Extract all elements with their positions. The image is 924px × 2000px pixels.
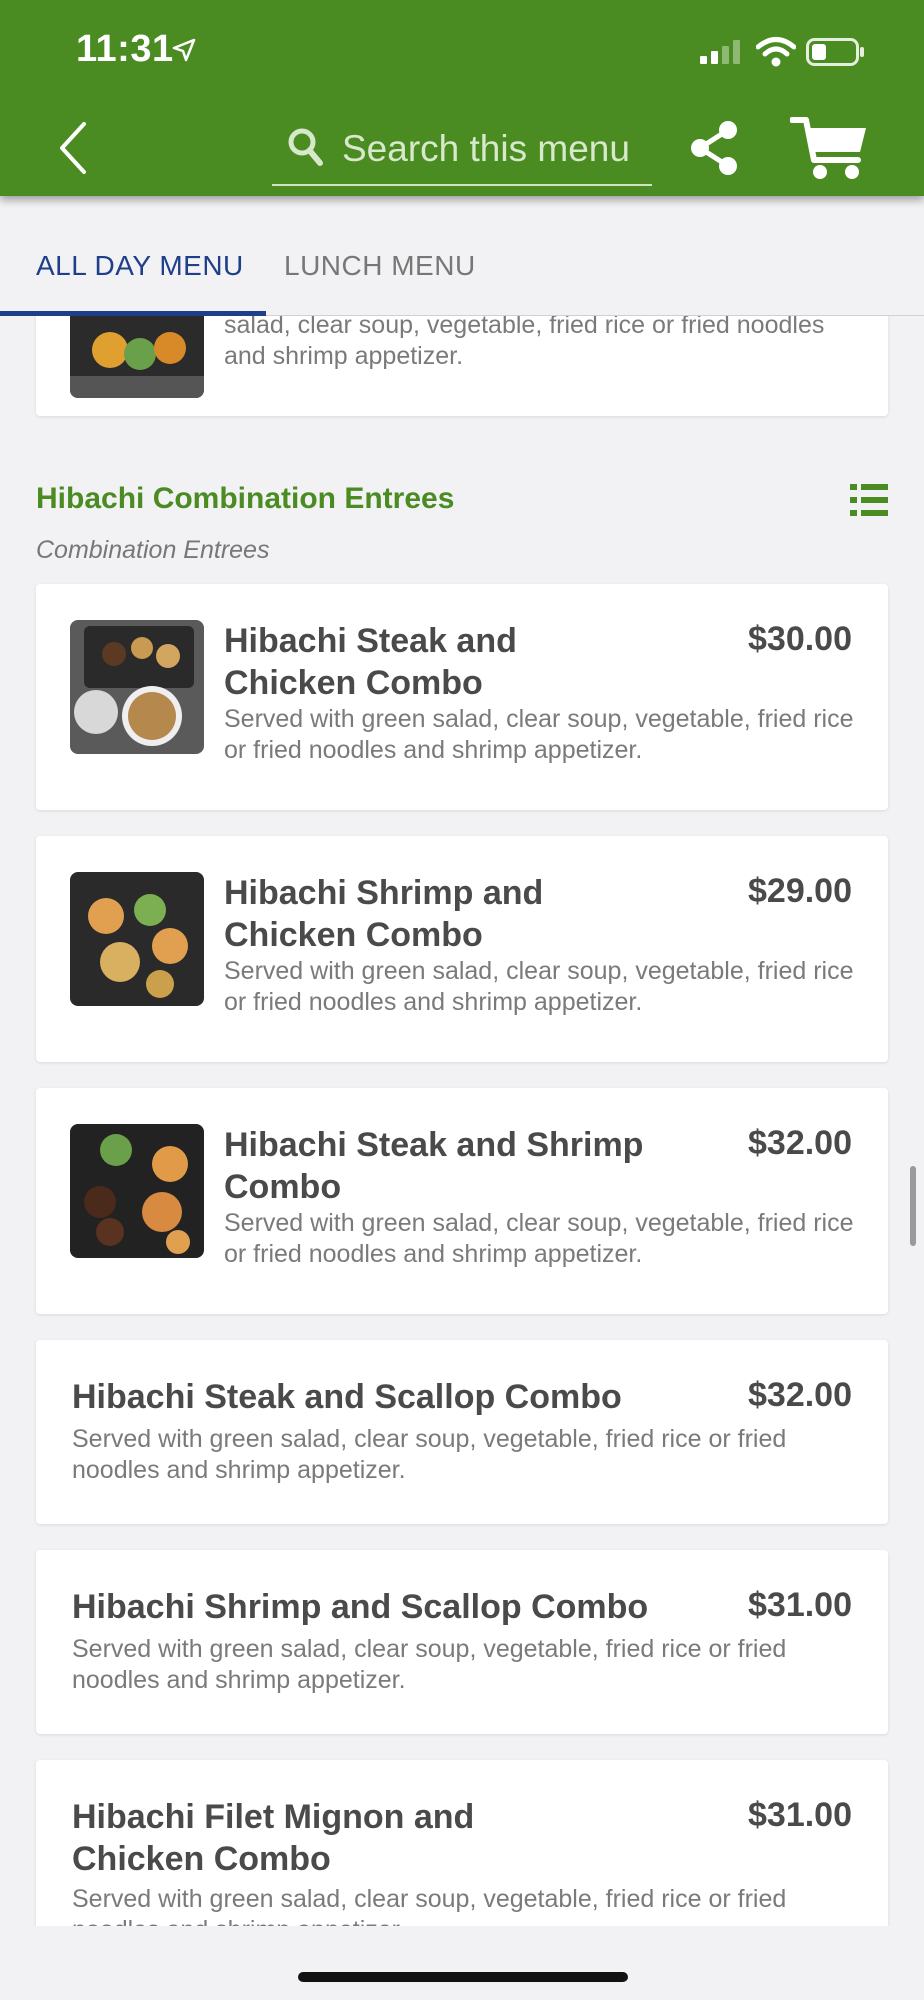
item-price: $29.00 <box>748 872 852 910</box>
item-description: Served with green salad, clear soup, veg… <box>72 1885 787 1926</box>
item-name: Hibachi Shrimp and Chicken Combo <box>224 874 544 954</box>
tab-all-day-menu[interactable]: ALL DAY MENU <box>36 250 244 282</box>
item-photo <box>70 620 204 754</box>
wifi-icon <box>756 37 796 67</box>
item-name: Hibachi Steak and Shrimp Combo <box>224 1126 644 1206</box>
item-name: Hibachi Shrimp and Scallop Combo <box>72 1588 649 1626</box>
status-time: 11:31 <box>76 28 174 70</box>
item-description: salad, clear soup, vegetable, fried rice… <box>224 316 825 370</box>
cellular-signal-icon <box>700 40 740 64</box>
item-description: Served with green salad, clear soup, veg… <box>72 1425 787 1484</box>
share-icon[interactable] <box>686 118 742 178</box>
scrollbar[interactable] <box>910 1166 916 1246</box>
item-name: Hibachi Filet Mignon and Chicken Combo <box>72 1798 475 1878</box>
menu-item-card[interactable]: Hibachi Shrimp and Chicken Combo $29.00 … <box>36 836 888 1062</box>
item-price: $31.00 <box>748 1586 852 1624</box>
menu-item-card[interactable]: Hibachi Steak and Shrimp Combo $32.00 Se… <box>36 1088 888 1314</box>
battery-icon <box>806 38 864 66</box>
item-description: Served with green salad, clear soup, veg… <box>72 1635 787 1694</box>
location-arrow-icon <box>172 38 196 62</box>
search-placeholder: Search this menu <box>342 128 630 169</box>
item-description: Served with green salad, clear soup, veg… <box>224 1209 854 1268</box>
item-name: Hibachi Steak and Scallop Combo <box>72 1378 622 1416</box>
menu-item-card[interactable]: Hibachi Shrimp and Scallop Combo $31.00 … <box>36 1550 888 1734</box>
menu-item-card[interactable]: Hibachi Filet Mignon and Chicken Combo $… <box>36 1760 888 1926</box>
item-name: Hibachi Steak and Chicken Combo <box>224 622 517 702</box>
item-description: Served with green salad, clear soup, veg… <box>224 705 854 764</box>
item-photo <box>70 872 204 1006</box>
section-subtitle: Combination Entrees <box>36 536 270 564</box>
item-price: $31.00 <box>748 1796 852 1834</box>
menu-item-card[interactable]: salad, clear soup, vegetable, fried rice… <box>36 316 888 416</box>
tab-lunch-menu[interactable]: LUNCH MENU <box>284 250 476 282</box>
menu-tabs: ALL DAY MENU LUNCH MENU <box>0 196 924 316</box>
active-tab-indicator <box>0 311 266 316</box>
search-icon <box>288 128 323 166</box>
search-input[interactable]: Search this menu <box>272 118 652 186</box>
cart-icon[interactable] <box>790 114 870 182</box>
home-indicator[interactable] <box>298 1972 628 1982</box>
item-photo <box>70 1124 204 1258</box>
menu-content: salad, clear soup, vegetable, fried rice… <box>0 316 924 1926</box>
menu-item-card[interactable]: Hibachi Steak and Chicken Combo $30.00 S… <box>36 584 888 810</box>
item-description: Served with green salad, clear soup, veg… <box>224 957 854 1016</box>
section-title: Hibachi Combination Entrees <box>36 482 455 515</box>
item-photo <box>70 316 204 398</box>
list-icon[interactable] <box>850 482 888 518</box>
item-price: $32.00 <box>748 1376 852 1414</box>
back-icon[interactable] <box>52 118 102 178</box>
menu-item-card[interactable]: Hibachi Steak and Scallop Combo $32.00 S… <box>36 1340 888 1524</box>
item-price: $30.00 <box>748 620 852 658</box>
item-price: $32.00 <box>748 1124 852 1162</box>
app-header: 11:31 Search this menu <box>0 0 924 196</box>
